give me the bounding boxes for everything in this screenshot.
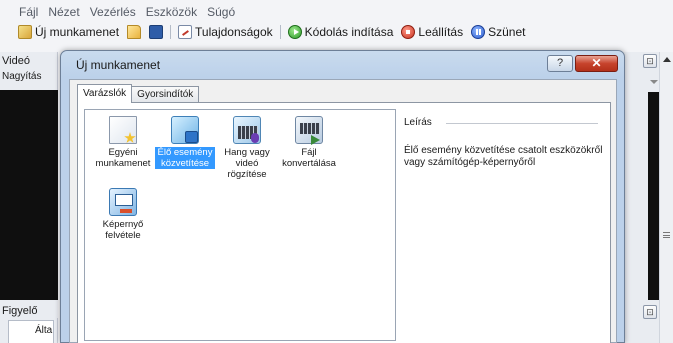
chevron-down-icon[interactable] bbox=[650, 74, 658, 88]
tab-wizards[interactable]: Varázslók bbox=[77, 84, 133, 103]
stop-icon bbox=[401, 25, 416, 39]
description-divider bbox=[446, 123, 598, 124]
scroll-up-icon[interactable] bbox=[663, 57, 671, 62]
dialog-title: Új munkamenet bbox=[76, 58, 161, 72]
wizard-live-broadcast[interactable]: Élő esemény közvetítése bbox=[155, 116, 215, 169]
toolbar-separator bbox=[170, 25, 172, 39]
start-encoding-label: Kódolás indítása bbox=[304, 25, 394, 39]
tab-general-label: Álta bbox=[35, 325, 53, 336]
record-av-icon bbox=[233, 116, 261, 144]
toolbar: Új munkamenet Tulajdonságok Kódolás indí… bbox=[14, 22, 673, 42]
save-icon bbox=[149, 25, 164, 39]
save-button[interactable] bbox=[145, 25, 167, 39]
vertical-scrollbar[interactable] bbox=[659, 52, 673, 343]
zoom-label: Nagyítás bbox=[2, 71, 42, 82]
description-heading: Leírás bbox=[404, 117, 432, 128]
wizards-tab-panel: Egyéni munkamenet Élő esemény közvetítés… bbox=[77, 102, 611, 343]
monitor-restore-button[interactable]: ⊡ bbox=[643, 305, 657, 319]
broadcast-badge bbox=[185, 131, 198, 143]
monitor-icon bbox=[115, 194, 133, 206]
properties-icon bbox=[178, 25, 193, 39]
start-encoding-button[interactable]: Kódolás indítása bbox=[284, 25, 398, 39]
custom-session-icon bbox=[109, 116, 137, 144]
dialog-tabs: Varázslók Gyorsindítók bbox=[77, 84, 200, 103]
menu-file[interactable]: Fájl bbox=[14, 4, 43, 20]
dialog-content: Varázslók Gyorsindítók Egyéni munkamenet… bbox=[69, 79, 617, 343]
menu-bar: Fájl Nézet Vezérlés Eszközök Súgó bbox=[14, 4, 240, 20]
stop-button[interactable]: Leállítás bbox=[397, 25, 467, 39]
video-panel-title: Videó bbox=[2, 55, 30, 67]
toolbar-separator bbox=[279, 25, 281, 39]
new-session-icon bbox=[18, 25, 32, 39]
description-text: Élő esemény közvetítése csatolt eszközök… bbox=[404, 145, 603, 168]
open-folder-icon bbox=[127, 25, 142, 39]
dialog-close-button[interactable]: ✕ bbox=[575, 55, 618, 72]
wizard-label: Fájl konvertálása bbox=[282, 147, 336, 169]
start-icon bbox=[287, 25, 302, 39]
scroll-grip-icon bbox=[663, 232, 670, 238]
tab-quick-starts[interactable]: Gyorsindítók bbox=[131, 86, 200, 103]
film-icon bbox=[300, 123, 320, 134]
wizard-custom-session[interactable]: Egyéni munkamenet bbox=[93, 116, 153, 169]
new-session-button[interactable]: Új munkamenet bbox=[14, 25, 123, 39]
properties-button[interactable]: Tulajdonságok bbox=[174, 25, 277, 39]
convert-file-icon bbox=[295, 116, 323, 145]
wizard-screen-capture[interactable]: Képernyő felvétele bbox=[93, 188, 153, 241]
video-preview bbox=[0, 90, 58, 300]
star-icon bbox=[124, 132, 136, 143]
new-session-label: Új munkamenet bbox=[35, 25, 120, 39]
tab-general[interactable]: Álta bbox=[8, 320, 54, 343]
wizard-label: Egyéni munkamenet bbox=[95, 147, 151, 169]
menu-control[interactable]: Vezérlés bbox=[85, 4, 141, 20]
wizard-label: Képernyő felvétele bbox=[102, 219, 144, 241]
wizard-convert-file[interactable]: Fájl konvertálása bbox=[279, 116, 339, 169]
monitor-panel-title: Figyelő bbox=[2, 305, 38, 317]
pause-icon bbox=[471, 25, 486, 39]
microphone-icon bbox=[251, 133, 259, 143]
menu-tools[interactable]: Eszközök bbox=[141, 4, 202, 20]
wizard-record-av[interactable]: Hang vagy videó rögzítése bbox=[217, 116, 277, 180]
new-session-dialog: Új munkamenet ? ✕ Varázslók Gyorsindítók… bbox=[60, 50, 625, 343]
wizard-label: Élő esemény közvetítése bbox=[155, 147, 215, 169]
wizard-label: Hang vagy videó rögzítése bbox=[224, 147, 270, 180]
menu-view[interactable]: Nézet bbox=[43, 4, 84, 20]
pause-label: Szünet bbox=[488, 25, 526, 39]
properties-label: Tulajdonságok bbox=[195, 25, 273, 39]
screen-capture-icon bbox=[109, 188, 137, 216]
arrow-right-icon bbox=[311, 135, 320, 145]
live-broadcast-icon bbox=[171, 116, 199, 144]
menu-help[interactable]: Súgó bbox=[202, 4, 240, 20]
open-button[interactable] bbox=[123, 25, 145, 39]
wizard-list: Egyéni munkamenet Élő esemény közvetítés… bbox=[84, 109, 396, 341]
pause-button[interactable]: Szünet bbox=[467, 25, 529, 39]
panel-restore-button[interactable]: ⊡ bbox=[643, 54, 657, 68]
stop-label: Leállítás bbox=[418, 25, 464, 39]
dialog-help-button[interactable]: ? bbox=[547, 55, 573, 72]
capture-bar-icon bbox=[120, 209, 132, 213]
